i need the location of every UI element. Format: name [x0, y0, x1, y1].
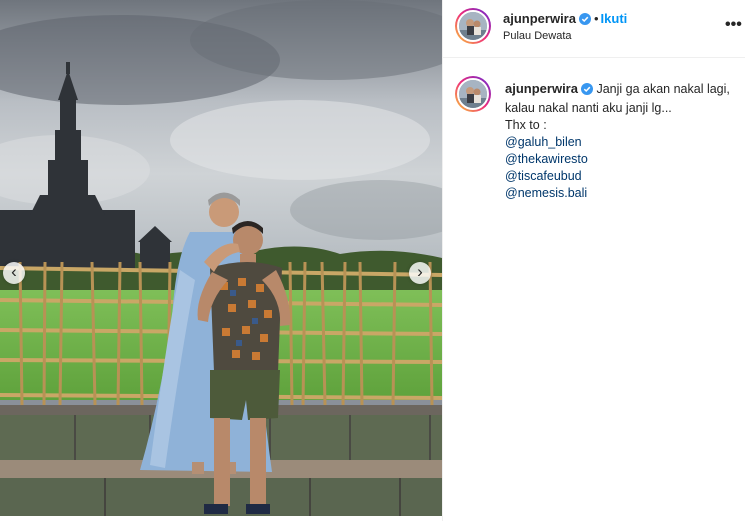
- follow-button[interactable]: Ikuti: [601, 11, 628, 26]
- caption-body: ajunperwira Janji ga akan nakal lagi, ka…: [505, 80, 741, 202]
- next-photo-button[interactable]: ›: [409, 262, 431, 284]
- verified-badge-icon: [578, 13, 591, 28]
- mention-link[interactable]: @nemesis.bali: [505, 185, 741, 202]
- avatar-image: [459, 80, 487, 108]
- mention-link[interactable]: @thekawiresto: [505, 151, 741, 168]
- mention-link[interactable]: @galuh_bilen: [505, 134, 741, 151]
- avatar[interactable]: [455, 8, 491, 44]
- chevron-left-icon: ‹: [11, 262, 17, 281]
- caption-thanks: Thx to :: [505, 118, 547, 132]
- separator-dot: •: [593, 11, 599, 26]
- post-header: ajunperwira • Ikuti Pulau Dewata •••: [443, 0, 745, 58]
- post-photo[interactable]: ‹ ›: [0, 0, 442, 516]
- verified-badge-icon: [580, 83, 593, 100]
- chevron-right-icon: ›: [417, 262, 423, 281]
- caption-username[interactable]: ajunperwira: [505, 81, 578, 96]
- caption-avatar[interactable]: [455, 76, 491, 112]
- previous-photo-button[interactable]: ‹: [3, 262, 25, 284]
- location-link[interactable]: Pulau Dewata: [503, 30, 572, 42]
- avatar-image: [459, 12, 487, 40]
- instagram-post: ‹ › ajunperwira • Ikuti Pulau Dewata •••…: [0, 0, 745, 521]
- mention-link[interactable]: @tiscafeubud: [505, 168, 741, 185]
- post-side-panel: ajunperwira • Ikuti Pulau Dewata ••• aju…: [442, 0, 745, 521]
- header-username[interactable]: ajunperwira: [503, 11, 576, 26]
- photo-illustration: [0, 0, 442, 516]
- more-options-icon[interactable]: •••: [725, 16, 742, 34]
